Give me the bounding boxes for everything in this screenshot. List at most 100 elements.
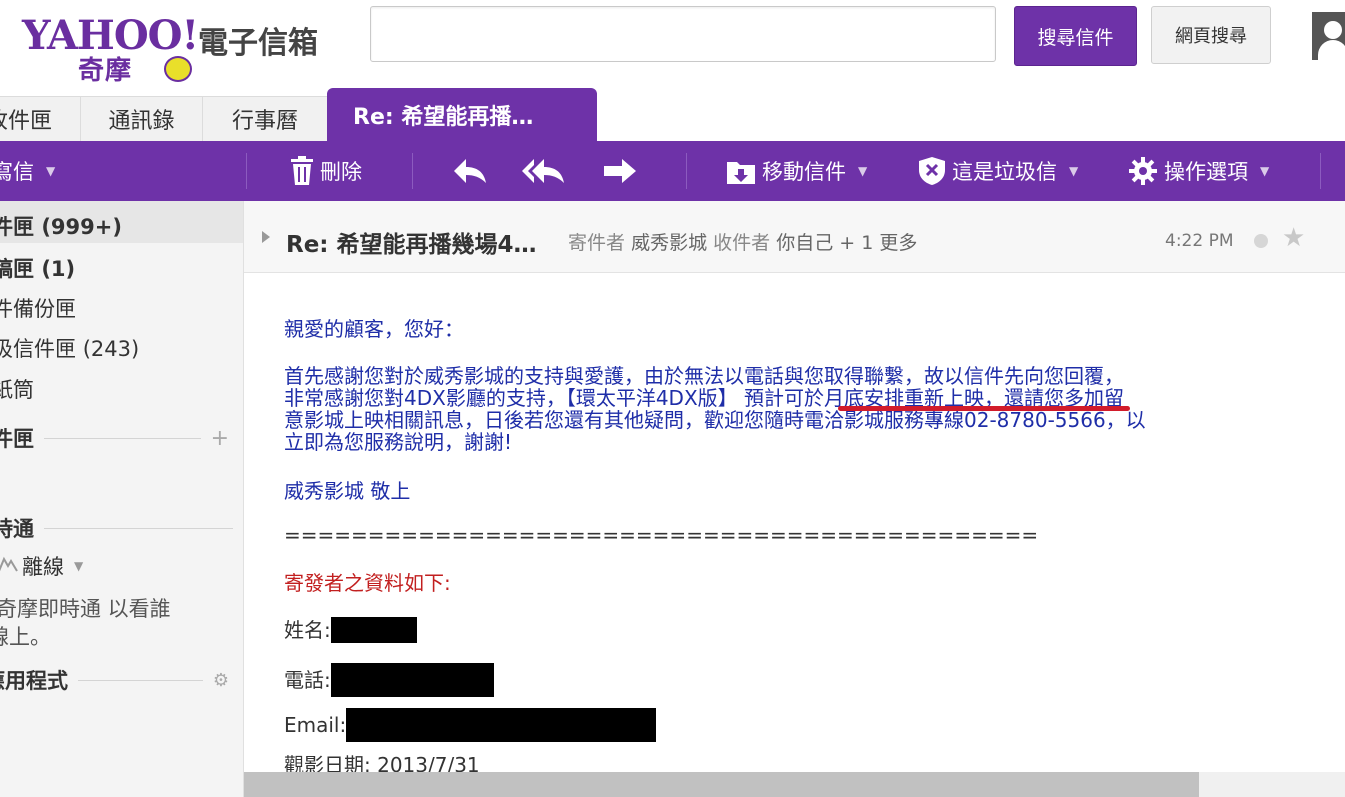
read-status-dot-icon[interactable] xyxy=(1254,234,1268,248)
chevron-down-icon: ▼ xyxy=(74,559,84,573)
actions-label: 操作選項 xyxy=(1164,160,1248,184)
reply-icon xyxy=(452,157,488,185)
divider xyxy=(78,679,203,681)
toolbar-divider xyxy=(412,153,413,189)
folder-move-icon xyxy=(726,157,756,185)
forward-icon xyxy=(602,157,638,185)
reply-button[interactable] xyxy=(452,141,488,201)
divider xyxy=(44,437,201,439)
toolbar-divider xyxy=(1320,153,1321,189)
sidebar-item-spam[interactable]: 圾信件匣 (243) xyxy=(0,333,139,363)
forward-button[interactable] xyxy=(602,141,638,201)
chevron-down-icon: ▼ xyxy=(1069,164,1079,178)
delete-label: 刪除 xyxy=(320,160,362,184)
spam-label: 這是垃圾信 xyxy=(952,160,1057,184)
spam-count: (243) xyxy=(82,337,140,361)
divider-line: ========================================… xyxy=(284,523,1039,547)
red-underline-annotation xyxy=(838,406,1130,411)
name-label: 姓名: xyxy=(284,618,331,642)
reply-all-button[interactable] xyxy=(522,141,566,201)
sidebar-item-inbox[interactable]: 件匣 (999+) xyxy=(0,211,122,241)
offline-status-icon xyxy=(0,554,18,579)
logo-sub: 奇摩 xyxy=(78,56,133,86)
move-button[interactable]: 移動信件 ▼ xyxy=(726,141,867,201)
message-subject: Re: 希望能再播幾場4… xyxy=(286,232,537,258)
compose-label: 寫信 xyxy=(0,160,34,184)
email-row: Email: xyxy=(284,708,657,742)
sidebar-section-apps: 應用程式 ⚙ xyxy=(0,665,243,695)
from-label: 寄件者 xyxy=(568,232,626,254)
phone-label: 電話: xyxy=(284,668,331,692)
sidebar: 件匣 (999+) 稿匣 (1) 件備份匣 圾信件匣 (243) 紙筒 件匣 +… xyxy=(0,201,244,797)
phone-row: 電話: xyxy=(284,663,494,697)
tab-calendar[interactable]: 行事曆 xyxy=(202,96,328,141)
smile-logo-icon xyxy=(164,56,192,82)
sidebar-item-label: 件備份匣 xyxy=(0,297,76,321)
spam-button[interactable]: 這是垃圾信 ▼ xyxy=(918,141,1078,201)
trash-icon xyxy=(290,156,314,186)
redacted-name xyxy=(330,617,417,643)
tab-inbox[interactable]: 收件匣 xyxy=(0,96,81,141)
email-label: Email: xyxy=(284,713,347,737)
gear-icon xyxy=(1128,156,1158,186)
section-title: 件匣 xyxy=(0,427,34,451)
body-line-1: 首先感謝您對於威秀影城的支持與愛護，由於無法以電話與您取得聯繫，故以信件先向您回… xyxy=(284,364,1124,388)
compose-button[interactable]: 寫信 ▼ xyxy=(0,141,55,201)
body-line-4: 立即為您服務說明，謝謝! xyxy=(284,430,513,454)
product-name: 電子信箱 xyxy=(198,26,318,61)
actions-button[interactable]: 操作選項 ▼ xyxy=(1128,141,1269,201)
inbox-count: (999+) xyxy=(41,215,122,239)
yahoo-logo[interactable]: YAHOO! 奇摩 電子信箱 xyxy=(22,10,342,86)
more-recipients[interactable]: + 1 更多 xyxy=(839,232,917,254)
delete-button[interactable]: 刪除 xyxy=(290,141,362,201)
to-name: 你自己 xyxy=(776,232,834,254)
toolbar-divider xyxy=(686,153,687,189)
sidebar-item-label: 紙筒 xyxy=(0,378,34,402)
toolbar: 寫信 ▼ 刪除 移動信件 ▼ 這是垃圾信 ▼ 操作選項 ▼ xyxy=(0,141,1345,201)
avatar[interactable] xyxy=(1312,12,1345,60)
tab-bar: 收件匣 通訊錄 行事曆 Re: 希望能再播… xyxy=(0,88,1345,141)
chevron-down-icon: ▼ xyxy=(46,164,56,178)
section-title: 應用程式 xyxy=(0,669,68,693)
sidebar-item-drafts[interactable]: 稿匣 (1) xyxy=(0,253,75,283)
sidebar-item-label: 稿匣 xyxy=(0,257,34,281)
tab-contacts[interactable]: 通訊錄 xyxy=(80,96,203,141)
redacted-email xyxy=(346,708,657,742)
sidebar-item-label: 圾信件匣 xyxy=(0,337,76,361)
shield-icon xyxy=(918,156,946,186)
sidebar-item-sent[interactable]: 件備份匣 xyxy=(0,293,76,323)
add-folder-icon[interactable]: + xyxy=(211,426,229,451)
from-name[interactable]: 威秀影城 xyxy=(631,232,707,254)
message-meta: 寄件者 威秀影城 收件者 你自己 + 1 更多 xyxy=(568,228,917,255)
signature: 威秀影城 敬上 xyxy=(284,479,411,503)
search-input[interactable] xyxy=(370,6,996,62)
sidebar-section-messenger: 時通 xyxy=(0,513,243,543)
tab-current-message[interactable]: Re: 希望能再播… xyxy=(327,88,597,141)
reply-all-icon xyxy=(522,157,566,185)
status-label: 離線 xyxy=(22,555,64,579)
horizontal-scrollbar-thumb[interactable] xyxy=(244,772,1199,797)
toolbar-divider xyxy=(246,153,247,189)
star-icon[interactable]: ★ xyxy=(1282,223,1305,253)
search-mail-button[interactable]: 搜尋信件 xyxy=(1014,6,1137,66)
search-web-button[interactable]: 網頁搜尋 xyxy=(1151,6,1271,64)
divider xyxy=(44,527,233,529)
name-row: 姓名: xyxy=(284,617,417,643)
messenger-hint-line1: 奇摩即時通 以看誰 xyxy=(0,597,171,621)
body-line-3: 意影城上映相關訊息，日後若您還有其他疑問，歡迎您隨時電洽影城服務專線02-878… xyxy=(284,408,1146,432)
messenger-status[interactable]: 離線 ▼ xyxy=(0,551,83,581)
gear-icon[interactable]: ⚙ xyxy=(213,670,229,691)
sidebar-item-trash[interactable]: 紙筒 xyxy=(0,374,34,404)
section-title: 時通 xyxy=(0,517,34,541)
move-label: 移動信件 xyxy=(762,160,846,184)
message-header[interactable]: Re: 希望能再播幾場4… 寄件者 威秀影城 收件者 你自己 + 1 更多 4:… xyxy=(244,201,1345,273)
user-icon xyxy=(1324,21,1342,39)
expand-triangle-icon[interactable] xyxy=(262,231,270,243)
sidebar-item-label: 件匣 xyxy=(0,215,34,239)
header: YAHOO! 奇摩 電子信箱 搜尋信件 網頁搜尋 xyxy=(0,0,1345,88)
chevron-down-icon: ▼ xyxy=(1260,164,1270,178)
to-label: 收件者 xyxy=(713,232,771,254)
drafts-count: (1) xyxy=(41,257,76,281)
message-time: 4:22 PM xyxy=(1165,231,1234,251)
chevron-down-icon: ▼ xyxy=(858,164,868,178)
